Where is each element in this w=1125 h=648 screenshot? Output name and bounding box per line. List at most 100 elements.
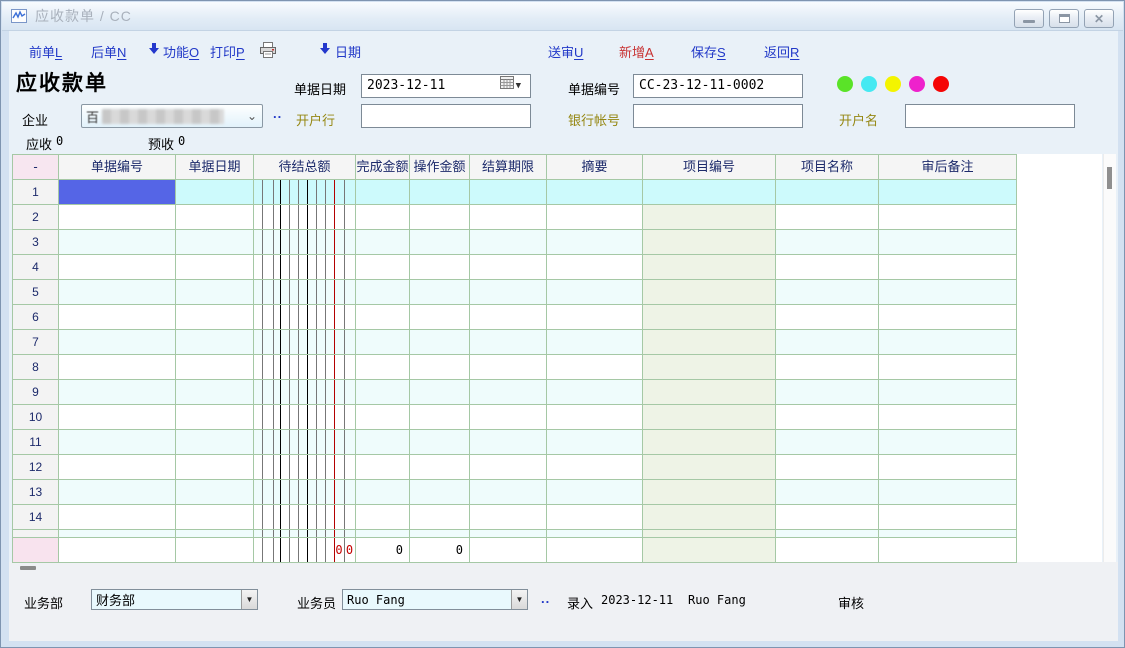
horizontal-scrollbar-thumb[interactable] (20, 566, 36, 570)
grid-cell[interactable] (643, 205, 776, 230)
grid-cell[interactable] (547, 230, 643, 255)
clerk-more-dots[interactable]: .. (541, 591, 550, 606)
toolbar-next-doc[interactable]: 后单N (91, 42, 126, 61)
grid-cell[interactable] (643, 180, 776, 205)
grid-cell[interactable] (410, 355, 470, 380)
grid-cell[interactable] (643, 305, 776, 330)
grid-cell[interactable] (470, 355, 547, 380)
grid-cell[interactable] (410, 205, 470, 230)
grid-cell[interactable] (356, 205, 410, 230)
dropdown-button[interactable]: ▼ (511, 590, 527, 609)
grid-cell[interactable] (254, 305, 356, 330)
toolbar-save[interactable]: 保存S (691, 42, 726, 61)
dept-combobox[interactable]: 财务部 ▼ (91, 589, 258, 610)
grid-cell[interactable] (776, 280, 879, 305)
summary-row-header[interactable] (13, 538, 59, 563)
grid-cell[interactable] (254, 455, 356, 480)
grid-cell[interactable] (176, 480, 254, 505)
row-number[interactable]: 7 (13, 330, 59, 355)
grid-cell[interactable] (59, 530, 176, 538)
grid-cell[interactable] (59, 538, 176, 563)
grid-cell[interactable] (59, 205, 176, 230)
grid-cell[interactable] (254, 180, 356, 205)
grid-cell[interactable] (470, 538, 547, 563)
grid-cell[interactable] (470, 280, 547, 305)
grid-cell[interactable] (176, 255, 254, 280)
grid-cell[interactable] (59, 455, 176, 480)
grid-cell[interactable] (410, 255, 470, 280)
row-number[interactable]: 9 (13, 380, 59, 405)
grid-cell[interactable] (879, 255, 1017, 280)
grid-cell[interactable] (356, 480, 410, 505)
grid-cell[interactable] (547, 405, 643, 430)
printer-icon[interactable] (258, 42, 278, 63)
grid-cell[interactable] (547, 430, 643, 455)
column-header-10[interactable]: 审后备注 (879, 155, 1017, 180)
grid-cell[interactable] (776, 305, 879, 330)
grid-cell[interactable] (776, 255, 879, 280)
grid-cell[interactable] (254, 330, 356, 355)
grid-cell[interactable] (356, 330, 410, 355)
grid-cell[interactable] (59, 505, 176, 530)
grid-cell[interactable] (356, 255, 410, 280)
grid-cell[interactable] (547, 355, 643, 380)
toolbar-submit-review[interactable]: 送审U (548, 42, 583, 61)
grid-cell[interactable] (879, 530, 1017, 538)
row-number[interactable]: 8 (13, 355, 59, 380)
grid-cell[interactable] (254, 480, 356, 505)
grid-cell[interactable] (776, 205, 879, 230)
grid-cell[interactable] (176, 230, 254, 255)
grid-cell[interactable] (470, 380, 547, 405)
summary-operated[interactable]: 0 (410, 538, 470, 563)
row-number[interactable]: 11 (13, 430, 59, 455)
summary-completed[interactable]: 0 (356, 538, 410, 563)
grid-cell[interactable] (643, 538, 776, 563)
grid-cell[interactable] (879, 355, 1017, 380)
grid-cell[interactable] (470, 255, 547, 280)
grid-cell[interactable] (410, 380, 470, 405)
company-combobox[interactable]: 百 ⌄ (81, 104, 263, 128)
grid-cell[interactable] (176, 455, 254, 480)
grid-cell[interactable] (59, 230, 176, 255)
grid-cell[interactable] (643, 430, 776, 455)
grid-cell[interactable] (643, 280, 776, 305)
grid-cell[interactable] (470, 230, 547, 255)
doc-no-input[interactable]: CC-23-12-11-0002 (633, 74, 803, 98)
grid-cell[interactable] (470, 530, 547, 538)
grid-cell[interactable] (410, 405, 470, 430)
toolbar-prev-doc[interactable]: 前单L (29, 42, 62, 61)
grid-cell[interactable] (643, 355, 776, 380)
vertical-scrollbar[interactable] (1103, 154, 1116, 562)
row-number[interactable]: 4 (13, 255, 59, 280)
grid-cell[interactable] (176, 505, 254, 530)
grid-cell[interactable] (470, 180, 547, 205)
grid-cell[interactable] (176, 180, 254, 205)
grid-cell[interactable] (176, 405, 254, 430)
grid-cell[interactable] (59, 305, 176, 330)
grid-cell[interactable] (410, 230, 470, 255)
column-header-0[interactable]: - (13, 155, 59, 180)
grid-cell[interactable] (176, 330, 254, 355)
grid-cell[interactable] (410, 180, 470, 205)
grid-cell[interactable] (356, 180, 410, 205)
maximize-button[interactable] (1049, 9, 1079, 28)
grid-cell[interactable] (776, 430, 879, 455)
grid-cell[interactable] (879, 180, 1017, 205)
grid-cell[interactable] (643, 530, 776, 538)
grid-cell[interactable] (176, 205, 254, 230)
grid-cell[interactable] (879, 480, 1017, 505)
grid-cell[interactable] (254, 205, 356, 230)
grid-cell[interactable] (547, 455, 643, 480)
grid-cell[interactable] (254, 530, 356, 538)
grid-cell[interactable] (879, 380, 1017, 405)
column-header-8[interactable]: 项目编号 (643, 155, 776, 180)
grid-cell[interactable] (59, 430, 176, 455)
grid-cell[interactable] (410, 480, 470, 505)
grid-cell[interactable] (59, 405, 176, 430)
grid-cell[interactable] (547, 180, 643, 205)
grid-cell[interactable] (643, 455, 776, 480)
selected-cell[interactable] (59, 180, 176, 205)
grid-cell[interactable] (254, 405, 356, 430)
row-number[interactable]: 12 (13, 455, 59, 480)
grid-cell[interactable] (547, 205, 643, 230)
